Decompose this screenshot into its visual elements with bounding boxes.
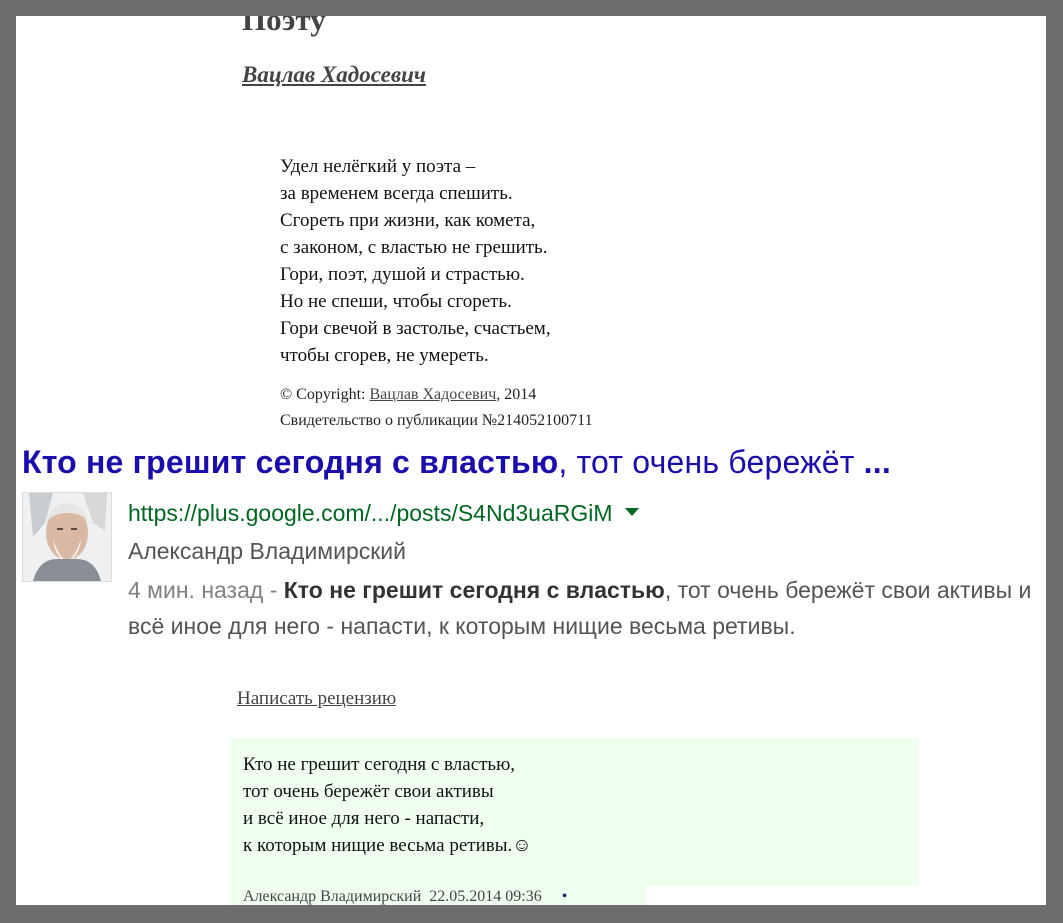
copyright-year: , 2014 (496, 386, 537, 403)
review-text: Кто не грешит сегодня с властью, тот оче… (243, 751, 532, 859)
search-result-title-ellipsis: ... (863, 444, 891, 480)
search-result-title-bold: Кто не грешит сегодня с властью (22, 444, 559, 480)
author-avatar[interactable] (22, 492, 112, 582)
review-line: к которым нищие весьма ретивы.☺ (243, 835, 532, 856)
poem-line: с законом, с властью не грешить. (280, 237, 548, 258)
poem-line: Гори, поэт, душой и страстью. (280, 264, 525, 285)
poem-line: Гори свечой в застолье, счастьем, (280, 318, 551, 339)
review-author[interactable]: Александр Владимирский (243, 888, 421, 905)
search-result-time: 4 мин. назад - (128, 577, 284, 603)
poem-line: чтобы сгорев, не умереть. (280, 345, 489, 366)
snippet-bold: Кто не грешит сегодня с властью (283, 577, 665, 603)
copyright-line: © Copyright: Вацлав Хадосевич, 2014 (280, 382, 593, 408)
poem-line: Удел нелёгкий у поэта – (280, 156, 476, 177)
poem-author-link[interactable]: Вацлав Хадосевич (242, 62, 426, 88)
review-line: и всё иное для него - напасти, (243, 808, 485, 829)
review-bullet: • (561, 888, 568, 905)
search-result-title-rest: , тот очень бережёт (558, 444, 864, 480)
write-review-link[interactable]: Написать рецензию (237, 688, 396, 710)
review-line: тот очень бережёт свои активы (243, 781, 494, 802)
review-meta: Александр Владимирский 22.05.2014 09:36 • (243, 888, 567, 905)
poem-line: Но не спеши, чтобы сгореть. (280, 291, 512, 312)
search-result-title-link[interactable]: Кто не грешит сегодня с властью, тот оче… (22, 444, 891, 481)
search-result-snippet: 4 мин. назад - Кто не грешит сегодня с в… (128, 572, 1046, 644)
copyright-author-link[interactable]: Вацлав Хадосевич (370, 386, 497, 403)
search-result-url[interactable]: https://plus.google.com/.../posts/S4Nd3u… (128, 500, 639, 527)
poem-line: Сгореть при жизни, как комета, (280, 210, 536, 231)
review-date: 22.05.2014 09:36 (429, 888, 542, 905)
poem-text: Удел нелёгкий у поэта – за временем всег… (280, 153, 551, 369)
search-result-url-text: https://plus.google.com/.../posts/S4Nd3u… (128, 500, 613, 526)
publication-certificate: Свидетельство о публикации №214052100711 (280, 412, 593, 429)
page: Поэту Вацлав Хадосевич Удел нелёгкий у п… (16, 16, 1046, 905)
caret-down-icon[interactable] (624, 507, 639, 516)
copyright-prefix: © Copyright: (280, 386, 370, 403)
search-result-author: Александр Владимирский (128, 538, 406, 564)
review-overlay-panel (646, 886, 919, 905)
review-box: Кто не грешит сегодня с властью, тот оче… (230, 738, 919, 905)
author-photo-icon (23, 493, 111, 581)
copyright-block: © Copyright: Вацлав Хадосевич, 2014 Свид… (280, 382, 593, 434)
review-line: Кто не грешит сегодня с властью, (243, 754, 516, 775)
poem-title: Поэту (242, 16, 326, 37)
poem-line: за временем всегда спешить. (280, 183, 513, 204)
